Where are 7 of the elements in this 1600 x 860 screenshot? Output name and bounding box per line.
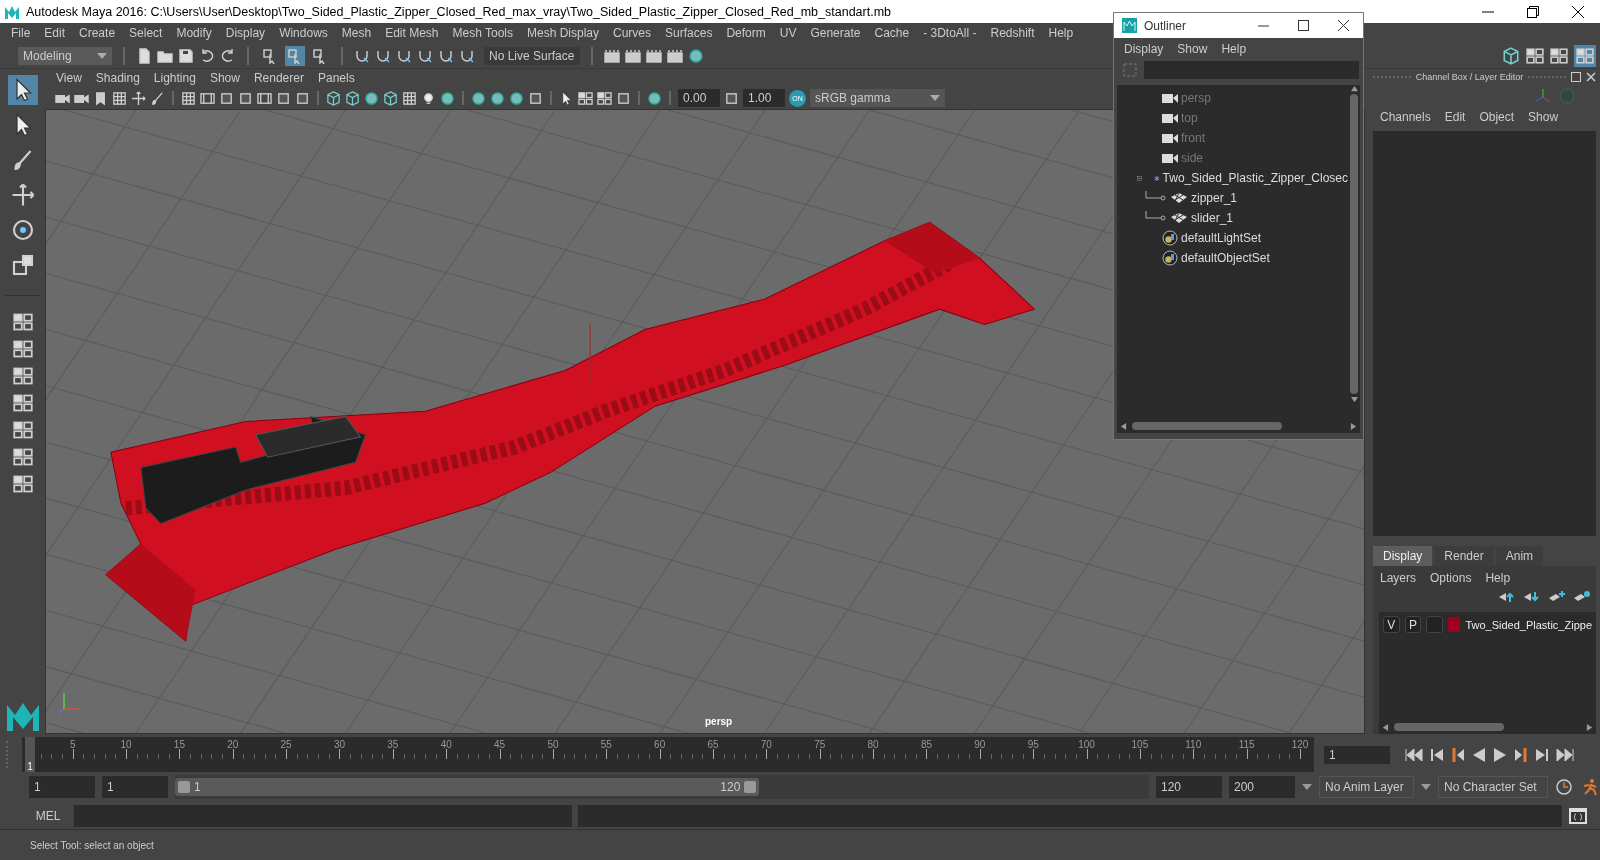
window-title: Outliner xyxy=(1144,18,1187,33)
window-title: Autodesk Maya 2016: C:\Users\User\Desktop\Two_Sided_Plastic_Zipper_Closed_Red_max_vray\Two_Sided_Plastic_Zipper_Closed_Red_mb_standart.mb xyxy=(26,4,892,19)
camera-label: persp xyxy=(705,716,733,727)
range-end-label: 120 xyxy=(720,780,741,794)
range-start-label: 1 xyxy=(194,780,201,794)
help-line-text: Select Tool: select an object xyxy=(30,839,154,851)
panel-title: Channel Box / Layer Editor xyxy=(1415,72,1524,82)
